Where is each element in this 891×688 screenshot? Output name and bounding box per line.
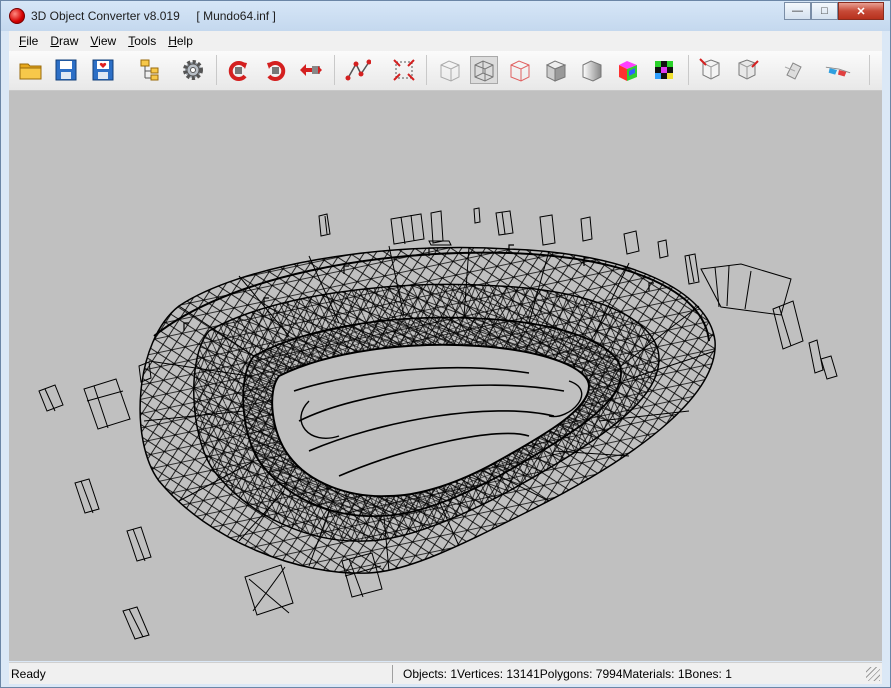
menu-draw-label: raw: [59, 34, 79, 48]
stadium-wireframe: [38, 207, 838, 640]
rotate-cw-icon: [267, 61, 286, 81]
snap-icon: [784, 62, 802, 80]
smooth-shaded-button[interactable]: [578, 56, 606, 84]
minimize-button[interactable]: —: [784, 2, 811, 20]
stadium-mesh: [139, 244, 716, 574]
smooth-shaded-icon: [582, 60, 602, 82]
bounding-box-button[interactable]: [390, 56, 418, 84]
camera-side-icon: [738, 59, 759, 80]
wireframe-red-icon: [510, 60, 530, 82]
menu-view-label: iew: [98, 34, 117, 48]
settings-gear-icon: [183, 60, 203, 80]
menu-help-accel: H: [168, 34, 177, 48]
textured-cube-icon: [655, 61, 673, 79]
status-counts: Objects: 1 Vertices: 13141 Polygons: 799…: [392, 664, 742, 683]
status-bones: Bones: 1: [684, 666, 732, 681]
flat-shaded-button[interactable]: [542, 56, 570, 84]
window-controls: — □ ✕: [784, 2, 884, 20]
resize-grip[interactable]: [866, 666, 880, 681]
wireframe-icon: [474, 60, 494, 82]
settings-button[interactable]: [179, 56, 207, 84]
menu-draw-accel: D: [50, 34, 60, 48]
wireframe-button[interactable]: [470, 56, 498, 84]
minimize-icon: —: [792, 5, 803, 17]
toolbar-separator: [688, 55, 689, 85]
save-as-button[interactable]: [89, 56, 117, 84]
menu-file[interactable]: File: [13, 34, 44, 48]
save-icon: [55, 59, 77, 81]
open-folder-icon: [19, 63, 42, 80]
maximize-button[interactable]: □: [811, 2, 838, 20]
wireframe-hidden-icon: [440, 60, 460, 82]
menu-draw[interactable]: Draw: [44, 34, 84, 48]
toolbar-separator: [869, 55, 870, 85]
app-window: 3D Object Converter v8.019 [ Mundo64.inf…: [0, 0, 891, 688]
status-objects: Objects: 1: [403, 666, 458, 681]
rotate-ccw-button[interactable]: [225, 56, 253, 84]
camera-front-button[interactable]: [697, 56, 725, 84]
hierarchy-icon: [140, 59, 159, 81]
wireframe-red-button[interactable]: [506, 56, 534, 84]
menu-tools[interactable]: Tools: [122, 34, 162, 48]
camera-side-button[interactable]: [733, 56, 761, 84]
menu-bar: File Draw View Tools Help: [9, 31, 882, 51]
toolbar: [9, 51, 882, 91]
save-as-icon: [92, 59, 114, 81]
toolbar-separator: [426, 55, 427, 85]
color-cube-icon: [619, 61, 637, 81]
status-polygons: Polygons: 7994: [539, 666, 623, 681]
bounding-box-icon: [393, 59, 415, 81]
toolbar-separator: [334, 55, 335, 85]
app-title: 3D Object Converter v8.019: [31, 9, 180, 23]
close-icon: ✕: [856, 5, 866, 18]
menu-tools-label: ools: [134, 34, 157, 48]
status-bar: Ready Objects: 1 Vertices: 13141 Polygon…: [9, 662, 882, 684]
status-materials: Materials: 1: [622, 666, 685, 681]
textured-cube-button[interactable]: [650, 56, 678, 84]
rotate-ccw-icon: [228, 61, 247, 81]
flip-button[interactable]: [297, 56, 325, 84]
3d-viewport[interactable]: [9, 91, 882, 661]
status-ready: Ready: [11, 666, 46, 681]
flip-icon: [300, 64, 322, 76]
glasses-icon: [825, 66, 851, 77]
save-button[interactable]: [52, 56, 80, 84]
menu-file-label: ile: [26, 34, 39, 48]
app-icon[interactable]: [9, 8, 25, 24]
hierarchy-button[interactable]: [135, 56, 163, 84]
window-title: 3D Object Converter v8.019 [ Mundo64.inf…: [31, 9, 276, 23]
flat-shaded-icon: [545, 60, 567, 82]
menu-view[interactable]: View: [84, 34, 122, 48]
menu-help[interactable]: Help: [162, 34, 199, 48]
close-button[interactable]: ✕: [838, 2, 884, 20]
snap-button[interactable]: [780, 56, 808, 84]
open-button[interactable]: [17, 56, 45, 84]
rotate-cw-button[interactable]: [261, 56, 289, 84]
color-cube-button[interactable]: [614, 56, 642, 84]
menu-view-accel: V: [90, 34, 99, 48]
wireframe-hidden-button[interactable]: [436, 56, 464, 84]
document-title: [ Mundo64.inf ]: [196, 9, 276, 23]
vertex-edge-button[interactable]: [344, 56, 372, 84]
menu-help-label: elp: [176, 34, 193, 48]
vertex-edge-icon: [345, 59, 371, 81]
stereo-glasses-button[interactable]: [824, 56, 852, 84]
title-bar[interactable]: 3D Object Converter v8.019 [ Mundo64.inf…: [1, 1, 890, 31]
toolbar-separator: [216, 55, 217, 85]
maximize-icon: □: [821, 5, 828, 17]
status-vertices: Vertices: 13141: [457, 666, 540, 681]
camera-front-icon: [699, 58, 720, 80]
